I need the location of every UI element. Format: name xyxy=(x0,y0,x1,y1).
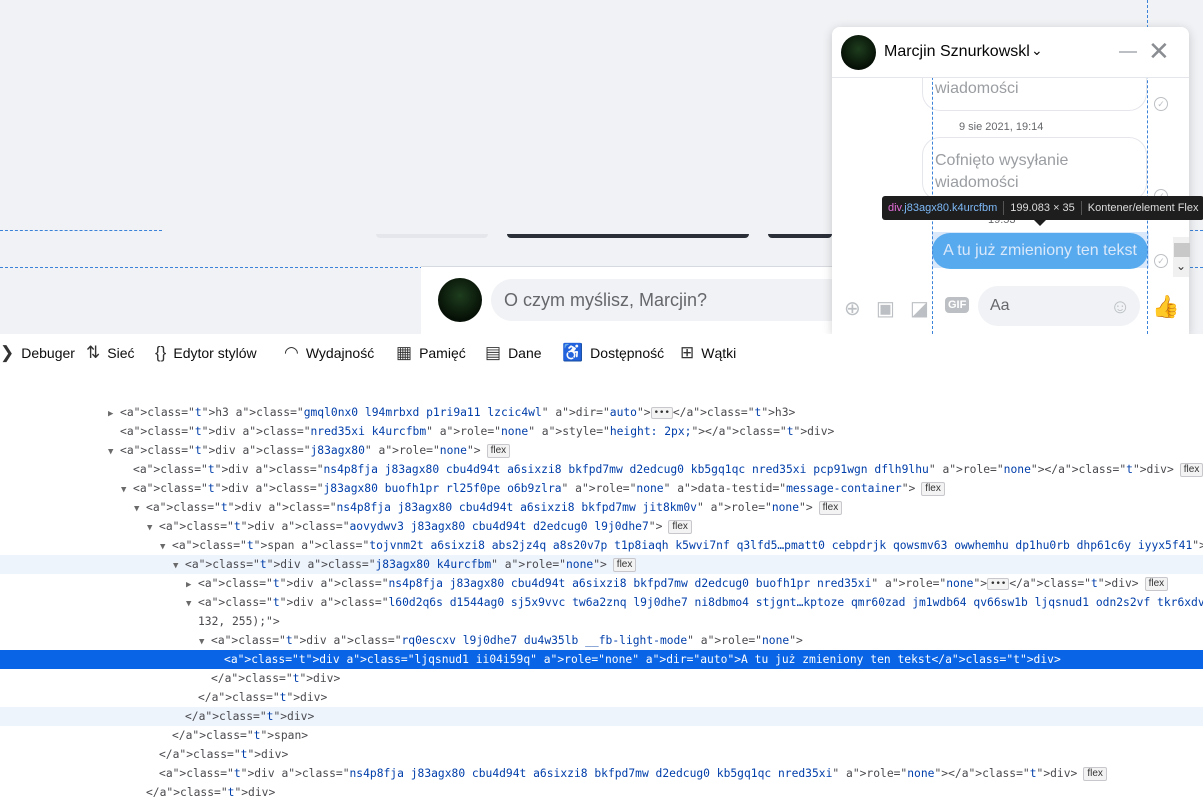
flex-badge[interactable]: flex xyxy=(1083,767,1107,781)
markup-line[interactable]: ▼ <a">class="t">div a">class="rq0escxv l9… xyxy=(0,631,1203,650)
tab-label: Wątki xyxy=(701,345,737,361)
tab-label: Pamięć xyxy=(419,345,466,361)
inspector-tooltip: div.j83agx80.k4urcfbm 199.083 × 35 Kontene… xyxy=(882,196,1203,220)
message-timestamp: 9 sie 2021, 19:14 xyxy=(959,121,1044,133)
tooltip-size: 199.083 × 35 xyxy=(1010,202,1075,214)
tab-style-editor[interactable]: {} Edytor stylów xyxy=(155,335,257,371)
tab-label: Edytor stylów xyxy=(173,345,257,361)
avatar[interactable] xyxy=(438,278,482,322)
markup-line[interactable]: </a">class="t">div> xyxy=(0,707,1203,726)
flex-badge[interactable]: flex xyxy=(1144,577,1169,591)
seen-check-icon: ✓ xyxy=(1154,97,1168,111)
chat-contact-name[interactable]: Marcjin Sznurkowskl xyxy=(884,43,1030,61)
style-editor-icon: {} xyxy=(155,343,167,362)
sticker-icon[interactable]: ◪ xyxy=(910,296,929,321)
markup-line[interactable]: <a">class="t">div a">class="ns4p8fja j83… xyxy=(0,764,1203,783)
markup-line[interactable]: ▼ <a">class="t">div a">class="aovydwv3 j8… xyxy=(0,517,1203,536)
accessibility-icon: ♿ xyxy=(562,343,584,362)
message-text: wiadomości xyxy=(935,80,1019,97)
minimize-button[interactable] xyxy=(1119,51,1137,53)
flex-badge[interactable]: flex xyxy=(612,558,637,572)
markup-line[interactable]: </a">class="t">div> xyxy=(0,669,1203,688)
tab-label: Dane xyxy=(508,345,542,361)
markup-line[interactable]: ▼ <a">class="t">span a">class="tojvnm2t a… xyxy=(0,536,1203,555)
gif-icon[interactable]: GIF xyxy=(945,297,970,313)
chat-header: Marcjin Sznurkowskl ⌄ ✕ xyxy=(832,27,1189,78)
element-highlight-overlay xyxy=(932,232,1149,268)
markup-line[interactable]: ▼ <a">class="t">div a">class="j83agx80 k4… xyxy=(0,555,1203,574)
markup-line[interactable]: <a">class="t">div a">class="ns4p8fja j83… xyxy=(0,460,1203,479)
tooltip-tag: div xyxy=(888,202,902,214)
tab-performance[interactable]: ◠ Wydajność xyxy=(284,335,374,371)
markup-line[interactable]: ▼ <a">class="t">div a">class="ns4p8fja j8… xyxy=(0,498,1203,517)
background-tab xyxy=(376,234,488,238)
markup-line[interactable]: ▶ <a">class="t">h3 a">class="gmql0nx0 l94… xyxy=(0,403,1203,422)
markup-line[interactable]: </a">class="t">div> xyxy=(0,688,1203,707)
flex-badge[interactable]: flex xyxy=(668,520,692,534)
scrollbar-thumb[interactable] xyxy=(1174,243,1190,257)
tab-debugger[interactable]: ❯ Debuger xyxy=(0,335,75,371)
tab-label: Wydajność xyxy=(305,345,375,361)
tooltip-arrow xyxy=(1034,220,1046,226)
tab-label: Debuger xyxy=(21,345,75,361)
avatar[interactable] xyxy=(841,35,876,70)
chevron-down-icon[interactable]: ⌄ xyxy=(1031,42,1043,59)
background-tab xyxy=(507,234,749,238)
seen-check-icon: ✓ xyxy=(1154,254,1168,268)
message-text: wiadomości xyxy=(935,174,1019,191)
flex-badge[interactable]: flex xyxy=(921,482,945,496)
markup-line[interactable]: </a">class="t">div> xyxy=(0,745,1203,764)
tab-label: Sieć xyxy=(107,345,135,361)
flex-badge[interactable]: flex xyxy=(818,501,843,515)
markup-line[interactable]: <a">class="t">div a">class="nred35xi k4u… xyxy=(0,422,1203,441)
markup-line[interactable]: ▶ <a">class="t">div a">class="ns4p8fja j8… xyxy=(0,574,1203,593)
memory-icon: ▦ xyxy=(396,343,413,362)
chat-window: Marcjin Sznurkowskl ⌄ ✕ wiadomości ✓ 9 s… xyxy=(832,27,1189,334)
markup-line[interactable]: </a">class="t">span> xyxy=(0,726,1203,745)
markup-line[interactable]: ▼ <a">class="t">div a">class="j83agx80 bu… xyxy=(0,479,1203,498)
tab-network[interactable]: ⇅ Sieć xyxy=(86,335,134,371)
background-tab xyxy=(768,234,832,238)
tab-memory[interactable]: ▦ Pamięć xyxy=(396,335,466,371)
debugger-icon: ❯ xyxy=(0,343,15,362)
network-icon: ⇅ xyxy=(86,343,101,362)
performance-icon: ◠ xyxy=(284,343,299,362)
tab-accessibility[interactable]: ♿ Dostępność xyxy=(562,335,664,371)
tooltip-type: Kontener/element Flex xyxy=(1087,202,1199,214)
post-composer: O czym myślisz, Marcjin? xyxy=(421,266,851,334)
markup-tree: ▶ <a">class="t">h3 a">class="gmql0nx0 l94… xyxy=(0,400,1203,801)
recalled-message-bubble[interactable]: Cofnięto wysyłanie wiadomości xyxy=(922,137,1147,201)
tab-threads[interactable]: ⊞ Wątki xyxy=(680,335,736,371)
markup-search-bar[interactable] xyxy=(0,371,1203,401)
ellipsis-badge[interactable]: ••• xyxy=(650,407,673,419)
storage-icon: ▤ xyxy=(485,343,502,362)
close-button[interactable]: ✕ xyxy=(1148,37,1170,65)
ellipsis-badge[interactable]: ••• xyxy=(987,578,1010,590)
webpage-area: O czym myślisz, Marcjin? Marcjin Sznurko… xyxy=(0,0,1203,334)
post-composer-input[interactable]: O czym myślisz, Marcjin? xyxy=(491,279,851,321)
flex-badge[interactable]: flex xyxy=(486,444,511,458)
highlight-guide-line xyxy=(0,230,162,231)
markup-line[interactable]: ▼ <a">class="t">div a">class="j83agx80" a… xyxy=(0,441,1203,460)
markup-line[interactable]: ▼ <a">class="t">div a">class="l60d2q6s d1… xyxy=(0,593,1203,612)
tab-label: Dostępność xyxy=(590,345,665,361)
threads-icon: ⊞ xyxy=(680,343,695,362)
flex-badge[interactable]: flex xyxy=(1179,463,1203,477)
tooltip-classes: .j83agx80.k4urcfbm xyxy=(901,202,998,214)
add-icon[interactable]: ⊕ xyxy=(844,296,861,321)
markup-line[interactable]: </a">class="t">div> xyxy=(0,783,1203,801)
emoji-icon[interactable]: ☺ xyxy=(1110,296,1130,319)
thumbs-up-icon[interactable]: 👍 xyxy=(1152,294,1179,320)
markup-line[interactable]: 132, 255);"> xyxy=(0,612,1203,631)
markup-line[interactable]: <a">class="t">div a">class="ljqsnud1 ii0… xyxy=(0,650,1203,669)
devtools-toolbar: ❯ Debuger ⇅ Sieć {} Edytor stylów ◠ Wydajnoś… xyxy=(0,335,1203,372)
photo-icon[interactable]: ▣ xyxy=(876,296,895,321)
tab-storage[interactable]: ▤ Dane xyxy=(485,335,542,371)
message-text: Cofnięto wysyłanie xyxy=(935,152,1069,169)
scroll-down-arrow-icon[interactable]: ⌄ xyxy=(1176,259,1186,273)
chat-composer: ⊕ ▣ ◪ GIF Aa ☺ 👍 xyxy=(832,282,1189,334)
